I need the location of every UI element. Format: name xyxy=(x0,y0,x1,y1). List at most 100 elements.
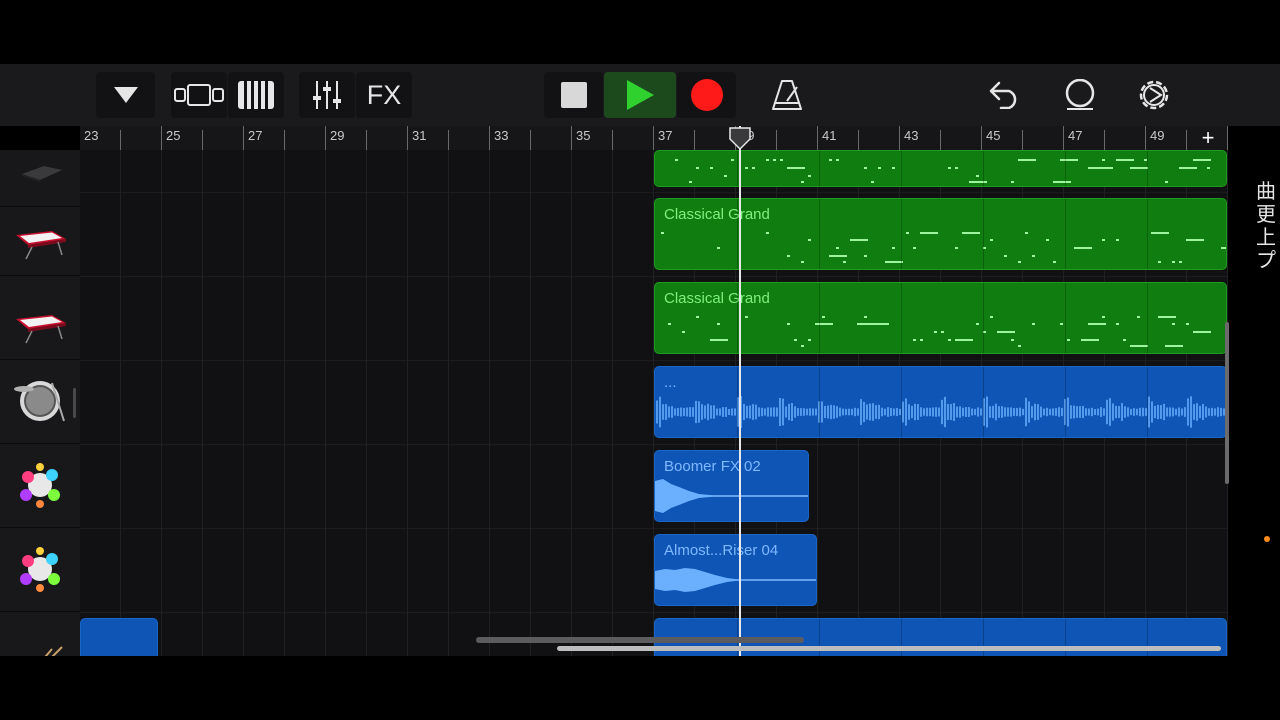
midi-note xyxy=(745,167,748,169)
side-text-4: プ xyxy=(1256,249,1276,272)
vertical-scroll-thumb[interactable] xyxy=(1225,322,1229,484)
snare-drum-icon xyxy=(44,646,63,656)
track-header-snare[interactable] xyxy=(0,611,80,656)
midi-note xyxy=(675,159,678,161)
bar-ruler[interactable]: 2325272931333537394143454749 xyxy=(80,126,1228,151)
midi-note xyxy=(1137,316,1140,318)
midi-note xyxy=(1116,159,1134,161)
stop-button[interactable] xyxy=(544,72,603,118)
keyboard-icon xyxy=(238,81,274,109)
midi-note xyxy=(1130,345,1148,347)
position-scrollbar[interactable] xyxy=(557,646,1221,651)
ruler-bar-label: 25 xyxy=(166,128,181,143)
header-resize-handle[interactable] xyxy=(73,388,76,418)
track-view-button[interactable] xyxy=(171,72,227,118)
record-button[interactable] xyxy=(677,72,736,118)
region-label: ... xyxy=(664,374,677,391)
track-header-piano-1[interactable] xyxy=(0,191,80,276)
region-loop-divider xyxy=(901,151,902,186)
region-label: Classical Grand xyxy=(664,290,770,307)
grid-line xyxy=(489,150,490,656)
midi-note xyxy=(710,339,728,341)
ruler-bar-label: 27 xyxy=(248,128,263,143)
region-loop-divider xyxy=(1147,151,1148,186)
ruler-tick xyxy=(571,126,572,150)
tracks-area[interactable]: Classical Grand Classical Grand ... Boom… xyxy=(80,150,1228,656)
grid-line xyxy=(243,150,244,656)
add-section-button[interactable]: + xyxy=(1196,126,1220,150)
track-divider xyxy=(80,528,1228,529)
track-header-piano-2[interactable] xyxy=(0,275,80,360)
midi-note xyxy=(1116,323,1119,325)
region-loop-divider xyxy=(737,283,738,353)
loop-browser-button[interactable] xyxy=(1057,72,1103,118)
play-button[interactable] xyxy=(604,72,676,118)
region-loop-divider xyxy=(819,199,820,269)
ruler-tick xyxy=(776,130,777,150)
playhead-handle[interactable] xyxy=(728,127,752,151)
ruler-tick xyxy=(161,126,162,150)
midi-note xyxy=(773,159,776,161)
midi-note xyxy=(766,232,769,234)
midi-note xyxy=(682,331,685,333)
region-loop-divider xyxy=(819,283,820,353)
track-header-drums[interactable] xyxy=(0,359,80,444)
region-label: Classical Grand xyxy=(664,206,770,223)
fx-label: FX xyxy=(366,79,402,110)
midi-note xyxy=(871,181,874,183)
undo-button[interactable] xyxy=(982,72,1028,118)
region-loop-divider xyxy=(983,283,984,353)
side-text-3: 上 xyxy=(1256,226,1276,249)
horizontal-scroll-thumb[interactable] xyxy=(476,637,804,643)
midi-note xyxy=(1088,323,1106,325)
midi-note xyxy=(1046,239,1049,241)
ruler-tick xyxy=(325,126,326,150)
ruler-tick xyxy=(407,126,408,150)
track-header-fx-2[interactable] xyxy=(0,527,80,612)
midi-note xyxy=(1074,247,1092,249)
grid-line xyxy=(407,150,408,656)
midi-note xyxy=(1179,261,1182,263)
playhead-line xyxy=(739,126,741,656)
midi-note xyxy=(1081,339,1099,341)
audio-region-snare-left[interactable] xyxy=(80,618,158,656)
midi-note xyxy=(731,159,734,161)
track-header-fx-1[interactable] xyxy=(0,443,80,528)
midi-note xyxy=(1018,159,1036,161)
grid-line xyxy=(530,150,531,656)
region-loop-divider xyxy=(1065,151,1066,186)
audio-region-riser-04[interactable]: Almost...Riser 04 xyxy=(654,534,817,606)
ruler-tick xyxy=(448,130,449,150)
midi-note xyxy=(829,159,832,161)
ruler-tick xyxy=(1145,126,1146,150)
audio-region-boomer-fx-02[interactable]: Boomer FX 02 xyxy=(654,450,809,522)
midi-note xyxy=(794,339,797,341)
midi-note xyxy=(1060,159,1078,161)
tracks-dropdown-button[interactable] xyxy=(96,72,155,118)
midi-note xyxy=(801,345,804,347)
mixer-button[interactable] xyxy=(299,72,355,118)
ruler-bar-label: 37 xyxy=(658,128,673,143)
fx-button[interactable]: FX xyxy=(356,72,412,118)
midi-note xyxy=(1060,323,1063,325)
midi-note xyxy=(913,339,916,341)
midi-note xyxy=(864,316,867,318)
midi-note xyxy=(801,181,804,183)
metronome-icon xyxy=(772,80,802,110)
midi-note xyxy=(1172,323,1175,325)
stop-icon xyxy=(560,82,587,108)
ruler-bar-label: 49 xyxy=(1150,128,1165,143)
settings-button[interactable] xyxy=(1131,72,1177,118)
midi-note xyxy=(836,159,839,161)
grid-line xyxy=(284,150,285,656)
grid-line xyxy=(325,150,326,656)
ruler-tick xyxy=(653,126,654,150)
midi-note xyxy=(990,239,993,241)
midi-note xyxy=(1018,261,1021,263)
ruler-bar-label: 41 xyxy=(822,128,837,143)
fx-sparkle-icon xyxy=(20,463,60,508)
midi-note xyxy=(878,167,881,169)
midi-note xyxy=(1025,232,1028,234)
keyboard-button[interactable] xyxy=(228,72,284,118)
metronome-button[interactable] xyxy=(764,72,810,118)
